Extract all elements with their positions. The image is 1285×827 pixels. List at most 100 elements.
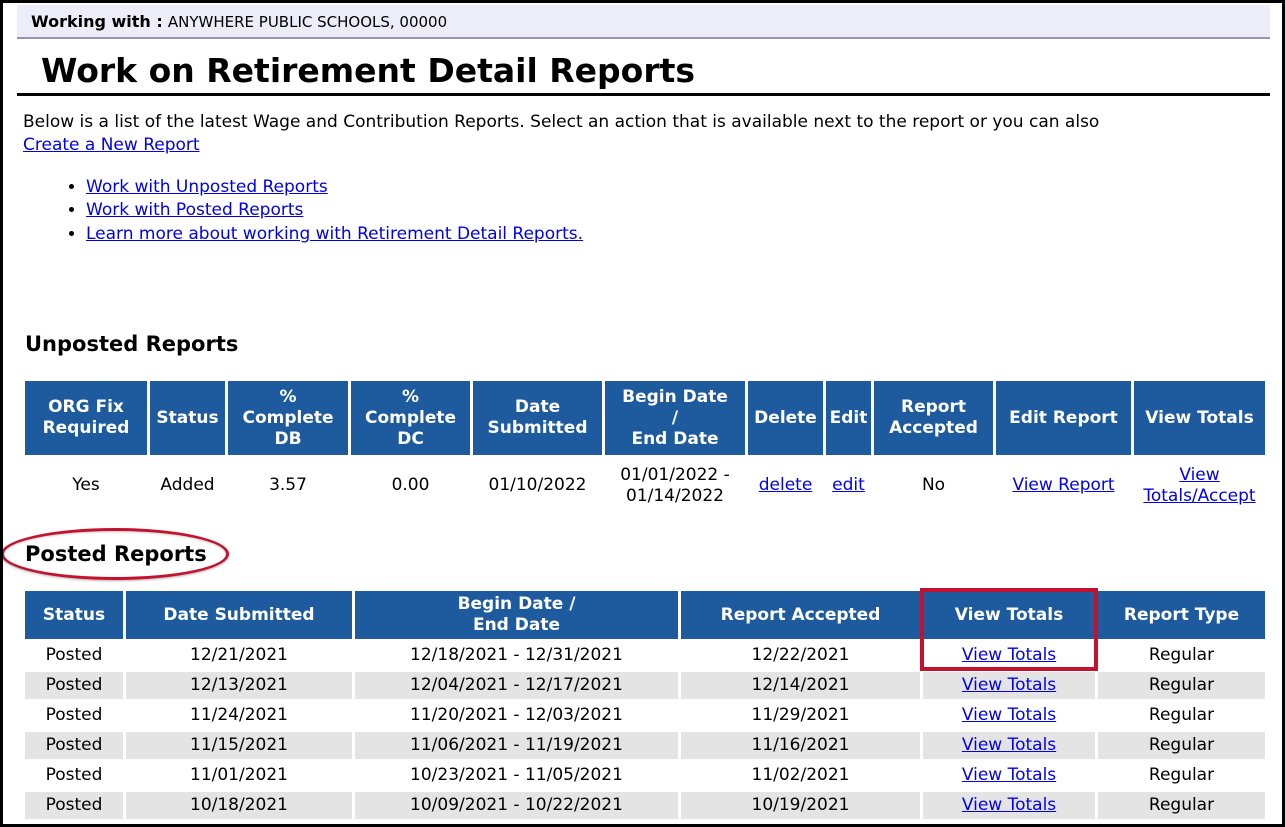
view-totals-link[interactable]: View Totals: [962, 645, 1056, 665]
col-header-begin-end-date: Begin Date / End Date: [355, 591, 678, 639]
date-submitted-value: 11/15/2021: [126, 732, 352, 759]
report-accepted-value: 11/29/2021: [681, 702, 920, 729]
col-header-view-totals: View Totals: [1134, 381, 1265, 455]
posted-report-row: Posted 11/01/2021 10/23/2021 - 11/05/202…: [25, 762, 1265, 789]
report-accepted-value: 11/16/2021: [681, 732, 920, 759]
report-type-value: Regular: [1098, 762, 1265, 789]
status-value: Posted: [25, 672, 123, 699]
posted-report-row: Posted 10/18/2021 10/09/2021 - 10/22/202…: [25, 792, 1265, 819]
learn-more-link[interactable]: Learn more about working with Retirement…: [86, 224, 583, 244]
begin-end-date-value: 11/06/2021 - 11/19/2021: [355, 732, 678, 759]
col-header-edit: Edit: [826, 381, 871, 455]
org-fix-required-value: Yes: [25, 458, 147, 513]
date-submitted-value: 10/18/2021: [126, 792, 352, 819]
date-submitted-value: 11/24/2021: [126, 702, 352, 729]
report-accepted-value: 11/02/2021: [681, 762, 920, 789]
status-value: Posted: [25, 732, 123, 759]
working-with-bar: Working with : ANYWHERE PUBLIC SCHOOLS, …: [17, 5, 1270, 39]
view-totals-cell: View Totals: [923, 642, 1095, 669]
view-totals-link[interactable]: View Totals: [962, 795, 1056, 815]
report-accepted-value: 10/19/2021: [681, 792, 920, 819]
begin-end-date-value: 10/09/2021 - 10/22/2021: [355, 792, 678, 819]
col-header-date-submitted: Date Submitted: [473, 381, 602, 455]
view-totals-cell: View Totals/Accept: [1134, 458, 1265, 513]
posted-reports-table: Status Date Submitted Begin Date / End D…: [22, 588, 1268, 822]
work-with-unposted-reports-link[interactable]: Work with Unposted Reports: [86, 177, 328, 197]
status-value: Posted: [25, 702, 123, 729]
report-accepted-value: No: [874, 458, 993, 513]
report-accepted-value: 12/14/2021: [681, 672, 920, 699]
col-header-report-accepted: Report Accepted: [874, 381, 993, 455]
col-header-view-totals: View Totals: [923, 591, 1095, 639]
report-type-value: Regular: [1098, 642, 1265, 669]
unposted-reports-table: ORG Fix Required Status % Complete DB % …: [22, 378, 1268, 516]
edit-link[interactable]: edit: [832, 475, 865, 495]
col-header-org-fix-required: ORG Fix Required: [25, 381, 147, 455]
create-new-report-link[interactable]: Create a New Report: [23, 135, 200, 155]
work-with-posted-reports-link[interactable]: Work with Posted Reports: [86, 200, 303, 220]
list-item: Work with Posted Reports: [86, 199, 1282, 223]
date-submitted-value: 11/01/2021: [126, 762, 352, 789]
view-totals-link[interactable]: View Totals: [962, 675, 1056, 695]
view-totals-link[interactable]: View Totals: [962, 765, 1056, 785]
posted-report-row: Posted 12/13/2021 12/04/2021 - 12/17/202…: [25, 672, 1265, 699]
status-value: Posted: [25, 642, 123, 669]
view-totals-cell: View Totals: [923, 702, 1095, 729]
view-totals-cell: View Totals: [923, 792, 1095, 819]
view-totals-cell: View Totals: [923, 672, 1095, 699]
col-header-delete: Delete: [748, 381, 823, 455]
list-item: Work with Unposted Reports: [86, 176, 1282, 200]
begin-end-date-value: 12/04/2021 - 12/17/2021: [355, 672, 678, 699]
col-header-date-submitted: Date Submitted: [126, 591, 352, 639]
posted-header-row: Status Date Submitted Begin Date / End D…: [25, 591, 1265, 639]
view-totals-link[interactable]: View Totals: [962, 735, 1056, 755]
begin-end-date-value: 01/01/2022 - 01/14/2022: [605, 458, 745, 513]
date-submitted-value: 12/13/2021: [126, 672, 352, 699]
col-header-edit-report: Edit Report: [996, 381, 1131, 455]
view-report-link[interactable]: View Report: [1012, 475, 1114, 495]
working-with-label: Working with :: [31, 12, 163, 31]
report-type-value: Regular: [1098, 732, 1265, 759]
page-title: Work on Retirement Detail Reports: [41, 52, 1270, 90]
list-item: Learn more about working with Retirement…: [86, 223, 1282, 247]
report-accepted-value: 12/22/2021: [681, 642, 920, 669]
col-header-report-accepted: Report Accepted: [681, 591, 920, 639]
page-frame: Working with : ANYWHERE PUBLIC SCHOOLS, …: [0, 0, 1285, 827]
pct-complete-dc-value: 0.00: [351, 458, 470, 513]
date-submitted-value: 01/10/2022: [473, 458, 602, 513]
date-submitted-value: 12/21/2021: [126, 642, 352, 669]
posted-report-row: Posted 12/21/2021 12/18/2021 - 12/31/202…: [25, 642, 1265, 669]
view-totals-link[interactable]: View Totals: [962, 705, 1056, 725]
edit-report-cell: View Report: [996, 458, 1131, 513]
report-type-value: Regular: [1098, 672, 1265, 699]
status-value: Posted: [25, 762, 123, 789]
col-header-status: Status: [25, 591, 123, 639]
view-totals-cell: View Totals: [923, 732, 1095, 759]
pct-complete-db-value: 3.57: [228, 458, 348, 513]
intro-paragraph: Below is a list of the latest Wage and C…: [23, 111, 1282, 157]
begin-end-date-value: 12/18/2021 - 12/31/2021: [355, 642, 678, 669]
begin-end-date-value: 11/20/2021 - 12/03/2021: [355, 702, 678, 729]
posted-report-row: Posted 11/24/2021 11/20/2021 - 12/03/202…: [25, 702, 1265, 729]
posted-reports-heading: Posted Reports: [25, 542, 207, 566]
delete-link[interactable]: delete: [759, 475, 813, 495]
edit-cell: edit: [826, 458, 871, 513]
unposted-header-row: ORG Fix Required Status % Complete DB % …: [25, 381, 1265, 455]
col-header-pct-complete-db: % Complete DB: [228, 381, 348, 455]
begin-end-date-value: 10/23/2021 - 11/05/2021: [355, 762, 678, 789]
unposted-report-row: Yes Added 3.57 0.00 01/10/2022 01/01/202…: [25, 458, 1265, 513]
intro-text: Below is a list of the latest Wage and C…: [23, 112, 1099, 132]
col-header-pct-complete-dc: % Complete DC: [351, 381, 470, 455]
status-value: Posted: [25, 792, 123, 819]
report-type-value: Regular: [1098, 792, 1265, 819]
view-totals-cell: View Totals: [923, 762, 1095, 789]
report-type-value: Regular: [1098, 702, 1265, 729]
posted-reports-heading-wrap: Posted Reports: [25, 542, 1282, 567]
quick-links-list: Work with Unposted Reports Work with Pos…: [23, 176, 1282, 247]
col-header-status: Status: [150, 381, 225, 455]
unposted-reports-heading: Unposted Reports: [25, 332, 1282, 357]
col-header-begin-end-date: Begin Date / End Date: [605, 381, 745, 455]
delete-cell: delete: [748, 458, 823, 513]
view-totals-accept-link[interactable]: View Totals/Accept: [1143, 465, 1255, 506]
working-with-value: ANYWHERE PUBLIC SCHOOLS, 00000: [168, 13, 447, 31]
